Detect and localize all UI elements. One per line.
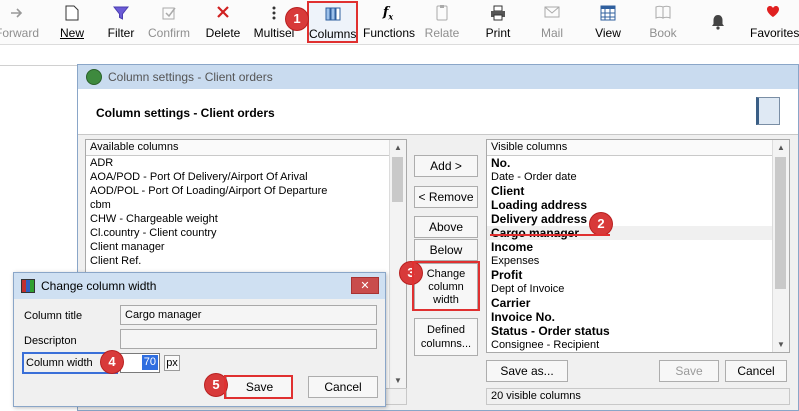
new-button[interactable]: New xyxy=(56,2,88,42)
move-above-button[interactable]: Above xyxy=(414,216,478,238)
confirm-button[interactable]: Confirm xyxy=(148,2,190,42)
save-width-button[interactable]: Save xyxy=(226,376,293,398)
functions-icon: fx xyxy=(382,5,394,22)
change-column-width-button[interactable]: Change column width xyxy=(414,263,478,311)
new-document-icon xyxy=(56,5,88,25)
scroll-down-icon[interactable]: ▼ xyxy=(390,373,406,388)
visible-column-item[interactable]: Loading address xyxy=(487,198,789,212)
description-field[interactable] xyxy=(120,329,377,349)
visible-column-item[interactable]: Status - Order status xyxy=(487,324,789,338)
grid-icon xyxy=(21,279,35,293)
delete-button[interactable]: Delete xyxy=(204,2,242,42)
subdialog-title-bar[interactable]: Change column width ✕ xyxy=(14,273,385,299)
forward-button[interactable]: Forward xyxy=(0,2,40,42)
unit-label: px xyxy=(164,355,180,371)
visible-column-item[interactable]: Expenses xyxy=(487,254,789,268)
dialog-heading: Column settings - Client orders xyxy=(96,106,275,120)
visible-column-item[interactable]: Cargo manager xyxy=(487,226,789,240)
functions-button[interactable]: fx Functions xyxy=(363,2,415,42)
printer-icon xyxy=(483,5,513,25)
scroll-thumb[interactable] xyxy=(775,157,786,289)
columns-icon xyxy=(309,6,356,26)
step-badge-1: 1 xyxy=(286,8,308,30)
filter-button[interactable]: Filter xyxy=(104,2,138,42)
scroll-up-icon[interactable]: ▲ xyxy=(390,140,406,155)
scroll-thumb[interactable] xyxy=(392,157,403,202)
visible-column-item[interactable]: Delivery address xyxy=(487,212,789,226)
save-button[interactable]: Save xyxy=(659,360,719,382)
step-badge-4: 4 xyxy=(101,351,123,373)
dialog-title-bar[interactable]: Column settings - Client orders xyxy=(78,65,798,89)
visible-column-item[interactable]: Income xyxy=(487,240,789,254)
main-toolbar: Forward New Filter Confirm Delete Multis… xyxy=(0,0,799,45)
relate-icon xyxy=(424,5,460,25)
visible-column-item[interactable]: Invoice No. xyxy=(487,310,789,324)
visible-column-item[interactable]: Client xyxy=(487,184,789,198)
available-column-item[interactable]: ADR xyxy=(86,156,406,170)
relate-button[interactable]: Relate xyxy=(424,2,460,42)
filter-bar xyxy=(0,45,799,66)
heart-icon xyxy=(750,5,796,25)
book-icon xyxy=(756,97,780,125)
available-column-item[interactable]: Client manager xyxy=(86,240,406,254)
change-column-width-dialog: Change column width ✕ Column title Cargo… xyxy=(13,272,386,407)
scroll-down-icon[interactable]: ▼ xyxy=(773,337,789,352)
app-logo-icon xyxy=(86,69,102,85)
cancel-button[interactable]: Cancel xyxy=(725,360,787,382)
move-below-button[interactable]: Below xyxy=(414,239,478,261)
visible-scrollbar[interactable]: ▲ ▼ xyxy=(772,140,789,352)
available-column-item[interactable]: CHW - Chargeable weight xyxy=(86,212,406,226)
delete-x-icon xyxy=(204,5,242,25)
scroll-up-icon[interactable]: ▲ xyxy=(773,140,789,155)
visible-columns-list[interactable]: Visible columns No. Date - Order date Clie… xyxy=(486,139,790,353)
visible-column-item[interactable]: No. xyxy=(487,156,789,170)
close-icon[interactable]: ✕ xyxy=(351,277,379,294)
step-badge-5: 5 xyxy=(205,374,227,396)
dialog-header: Column settings - Client orders xyxy=(78,89,798,135)
visible-columns-header: Visible columns xyxy=(487,140,789,156)
dialog-title: Column settings - Client orders xyxy=(108,70,273,84)
print-button[interactable]: Print xyxy=(483,2,513,42)
remove-button[interactable]: < Remove xyxy=(414,186,478,208)
view-button[interactable]: View xyxy=(593,2,623,42)
filter-icon xyxy=(104,5,138,25)
notifications-button[interactable] xyxy=(706,2,730,42)
add-button[interactable]: Add > xyxy=(414,155,478,177)
mail-icon xyxy=(538,5,566,25)
available-column-item[interactable]: cbm xyxy=(86,198,406,212)
visible-column-item[interactable]: Date - Order date xyxy=(487,170,789,184)
description-label: Descripton xyxy=(24,335,77,347)
book-button[interactable]: Book xyxy=(648,2,678,42)
available-columns-header: Available columns xyxy=(86,140,406,156)
available-column-item[interactable]: AOD/POL - Port Of Loading/Airport Of Dep… xyxy=(86,184,406,198)
favorites-button[interactable]: Favorites xyxy=(750,2,799,42)
step-badge-3: 3 xyxy=(400,262,422,284)
columns-button[interactable]: Columns xyxy=(307,1,358,43)
cancel-width-button[interactable]: Cancel xyxy=(308,376,378,398)
available-column-item[interactable]: AOA/POD - Port Of Delivery/Airport Of Ar… xyxy=(86,170,406,184)
available-column-item[interactable]: Client Ref. xyxy=(86,254,406,268)
column-width-value: 70 xyxy=(141,355,158,370)
subdialog-title: Change column width xyxy=(41,279,157,293)
column-title-label: Column title xyxy=(24,310,83,322)
column-title-field[interactable]: Cargo manager xyxy=(120,305,377,325)
visible-count-status: 20 visible columns xyxy=(486,388,790,405)
visible-column-item[interactable]: Dept of Invoice xyxy=(487,282,789,296)
mail-button[interactable]: Mail xyxy=(538,2,566,42)
visible-column-item[interactable]: Profit xyxy=(487,268,789,282)
column-width-input[interactable]: 70 xyxy=(120,353,160,373)
save-as-button[interactable]: Save as... xyxy=(486,360,568,382)
step-badge-2: 2 xyxy=(590,213,612,235)
confirm-icon xyxy=(148,5,190,25)
available-column-item[interactable]: Cl.country - Client country xyxy=(86,226,406,240)
bell-icon xyxy=(706,14,730,34)
defined-columns-button[interactable]: Defined columns... xyxy=(414,318,478,356)
book-icon xyxy=(648,5,678,25)
view-icon xyxy=(593,5,623,25)
arrow-right-icon xyxy=(0,5,40,25)
visible-column-item[interactable]: Consignee - Recipient xyxy=(487,338,789,352)
visible-column-item[interactable]: Carrier xyxy=(487,296,789,310)
column-width-label: Column width xyxy=(26,357,93,369)
